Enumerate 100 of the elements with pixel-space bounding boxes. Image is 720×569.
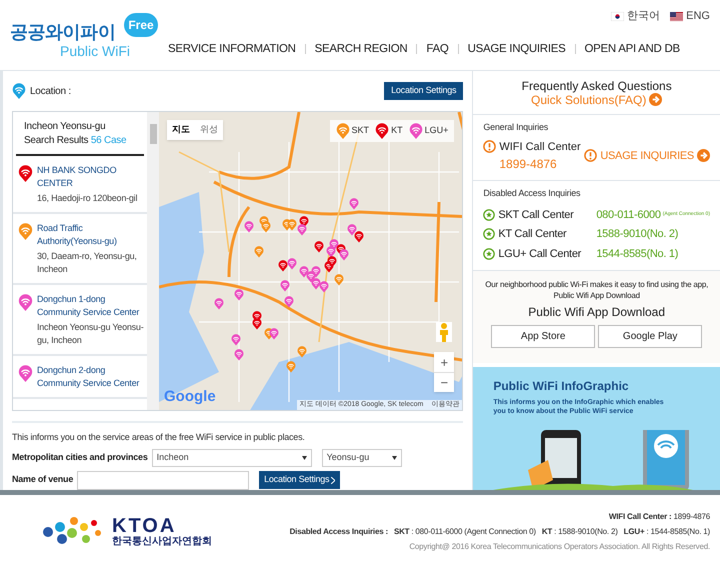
map-pin-icon[interactable]	[214, 298, 224, 310]
map-pin-icon[interactable]	[326, 246, 336, 258]
map-pin-icon[interactable]	[232, 334, 240, 346]
map-pin-icon[interactable]	[340, 249, 348, 260]
language-link[interactable]: 한국어	[611, 8, 660, 24]
call-center-name: LGU+ Call Center	[498, 246, 582, 262]
app-download-button[interactable]: App Store	[491, 325, 596, 348]
place-address: 30, Daeam-ro, Yeonsu-gu, Incheon	[37, 250, 138, 276]
map-pin-icon[interactable]	[350, 198, 358, 210]
map-pin-icon[interactable]	[298, 224, 306, 236]
search-results-text: Search Results 56 Case	[24, 134, 128, 148]
app-description: Our neighborhood public Wi-Fi makes it easy to find using the app, Public Wifi App Download	[484, 279, 710, 301]
map-pin-icon[interactable]	[284, 296, 294, 308]
footer-label: LGU+	[624, 527, 644, 536]
location-label: Location :	[30, 84, 71, 98]
map-pin-icon[interactable]	[234, 289, 244, 300]
map-pin-icon[interactable]	[254, 246, 264, 258]
map-pin-icon[interactable]	[252, 318, 262, 330]
place-name: Dongchun 1-dong Community Service Center	[37, 293, 140, 319]
alert-icon	[483, 140, 496, 154]
call-center-phone: 1899-4876	[499, 156, 558, 173]
map-pin-icon[interactable]	[288, 219, 296, 230]
legend-label: LGU+	[424, 124, 448, 138]
faq-title: Frequently Asked Questions	[522, 78, 672, 92]
map-pin-icon[interactable]	[244, 221, 254, 232]
call-center-name: SKT Call Center	[498, 208, 575, 222]
map-pin-icon[interactable]	[288, 258, 296, 270]
flag-icon	[611, 12, 624, 21]
call-center-name: WIFI Call Center	[499, 140, 581, 154]
map-type-tab[interactable]: 지도	[167, 120, 195, 140]
footer-phone: : 080-011-6000 (Agent Connection 0)	[411, 527, 536, 536]
map-pin-icon[interactable]	[354, 231, 364, 242]
map-pin-icon[interactable]	[298, 346, 306, 358]
nav-link[interactable]: OPEN API AND DB	[584, 40, 680, 58]
infographic-title: Public WiFi InfoGraphic	[493, 378, 630, 395]
logo-badge: Free	[124, 13, 158, 37]
ktoa-logo-text: KTOA	[112, 516, 176, 536]
wifi-pin-icon	[12, 83, 26, 99]
location-settings-button[interactable]: Location Settings	[259, 471, 340, 489]
map-pin-icon[interactable]	[286, 361, 296, 372]
place-name: Dongchun 2-dong Community Service Center	[37, 364, 140, 390]
footer-label: Disabled Access Inquiries :	[290, 526, 388, 538]
venue-label: Name of venue	[12, 473, 74, 486]
nav-link[interactable]: USAGE INQUIRIES	[468, 40, 566, 58]
map-pin-icon[interactable]	[300, 266, 308, 278]
map-pin-icon[interactable]	[328, 256, 336, 268]
location-settings-button[interactable]: Location Settings	[384, 82, 464, 100]
chevron-icon	[331, 476, 336, 484]
map-type-tab[interactable]: 위성	[195, 120, 223, 140]
app-title: Public Wifi App Download	[528, 304, 666, 321]
app-download-button[interactable]: Google Play	[598, 325, 702, 348]
place-address: Incheon Yeonsu-gu Yeonsu-gu, Incheon	[37, 321, 144, 347]
call-center-name: KT Call Center	[498, 227, 568, 242]
logo-korean: 공공와이파이	[10, 23, 116, 41]
language-link[interactable]: ENG	[670, 8, 710, 24]
arrow-right-icon	[697, 149, 710, 162]
place-name: Road Traffic Authority(Yeonsu-gu)	[37, 222, 118, 248]
legend-label: SKT	[352, 124, 370, 138]
map-pin-icon[interactable]	[314, 241, 324, 252]
footer-phone: 1899-4876	[674, 511, 710, 523]
map-pin-icon[interactable]	[312, 278, 320, 290]
map-pin-icon[interactable]	[334, 274, 344, 286]
flag-icon	[670, 12, 684, 21]
map-pin-icon[interactable]	[348, 224, 356, 236]
footer-label: WIFI Call Center :	[608, 511, 672, 523]
dropdown-arrow-icon	[392, 456, 397, 460]
footer-label: KT	[542, 527, 552, 536]
zoom-out-button[interactable]: −	[434, 372, 454, 392]
zoom-in-button[interactable]: +	[434, 352, 454, 372]
nav-link[interactable]: SEARCH REGION	[314, 40, 408, 58]
footer-label: SKT	[394, 527, 410, 536]
footer-phone: : 1544-8585(No. 1)	[646, 527, 710, 536]
select-field[interactable]: Yeonsu-gu	[322, 448, 402, 466]
scrollbar[interactable]	[147, 112, 159, 410]
footer-phone: : 1588-9010(No. 2)	[554, 527, 618, 536]
region-text: Incheon Yeonsu-gu	[24, 120, 106, 134]
venue-input[interactable]	[77, 470, 250, 490]
info-text: This informs you on the service areas of the free WiFi service in public places.	[12, 431, 306, 444]
alert-icon	[584, 149, 598, 162]
ktoa-korean-name: 한국통신사업자연합회	[112, 536, 212, 548]
map-pin-icon[interactable]	[312, 266, 320, 278]
copyright-text: Copyright@ 2016 Korea Telecommunications Operators Association. All Rights Reserved.	[409, 541, 710, 553]
map-pin-icon[interactable]	[234, 349, 244, 360]
region-label: Metropolitan cities and provinces	[12, 450, 148, 464]
nav-link[interactable]: FAQ	[426, 40, 449, 58]
section-heading: Disabled Access Inquiries	[483, 187, 582, 200]
place-address: 16, Haedoji-ro 120beon-gil	[37, 192, 138, 205]
legend-label: KT	[391, 124, 403, 138]
map-pin-icon[interactable]	[262, 221, 270, 232]
nav-link[interactable]: SERVICE INFORMATION	[168, 40, 296, 58]
select-field[interactable]: Incheon	[152, 448, 312, 466]
place-name: NH BANK SONGDO CENTER	[37, 164, 118, 190]
arrow-right-icon	[649, 93, 662, 106]
map-pin-icon[interactable]	[320, 281, 328, 292]
google-logo: Google	[164, 386, 216, 406]
logo-english: Public WiFi	[60, 44, 132, 58]
map-pin-icon[interactable]	[270, 328, 278, 340]
map-pin-icon[interactable]	[280, 280, 290, 292]
call-center-phone: 080-011-6000	[596, 208, 661, 222]
map-pin-icon[interactable]	[278, 260, 288, 272]
